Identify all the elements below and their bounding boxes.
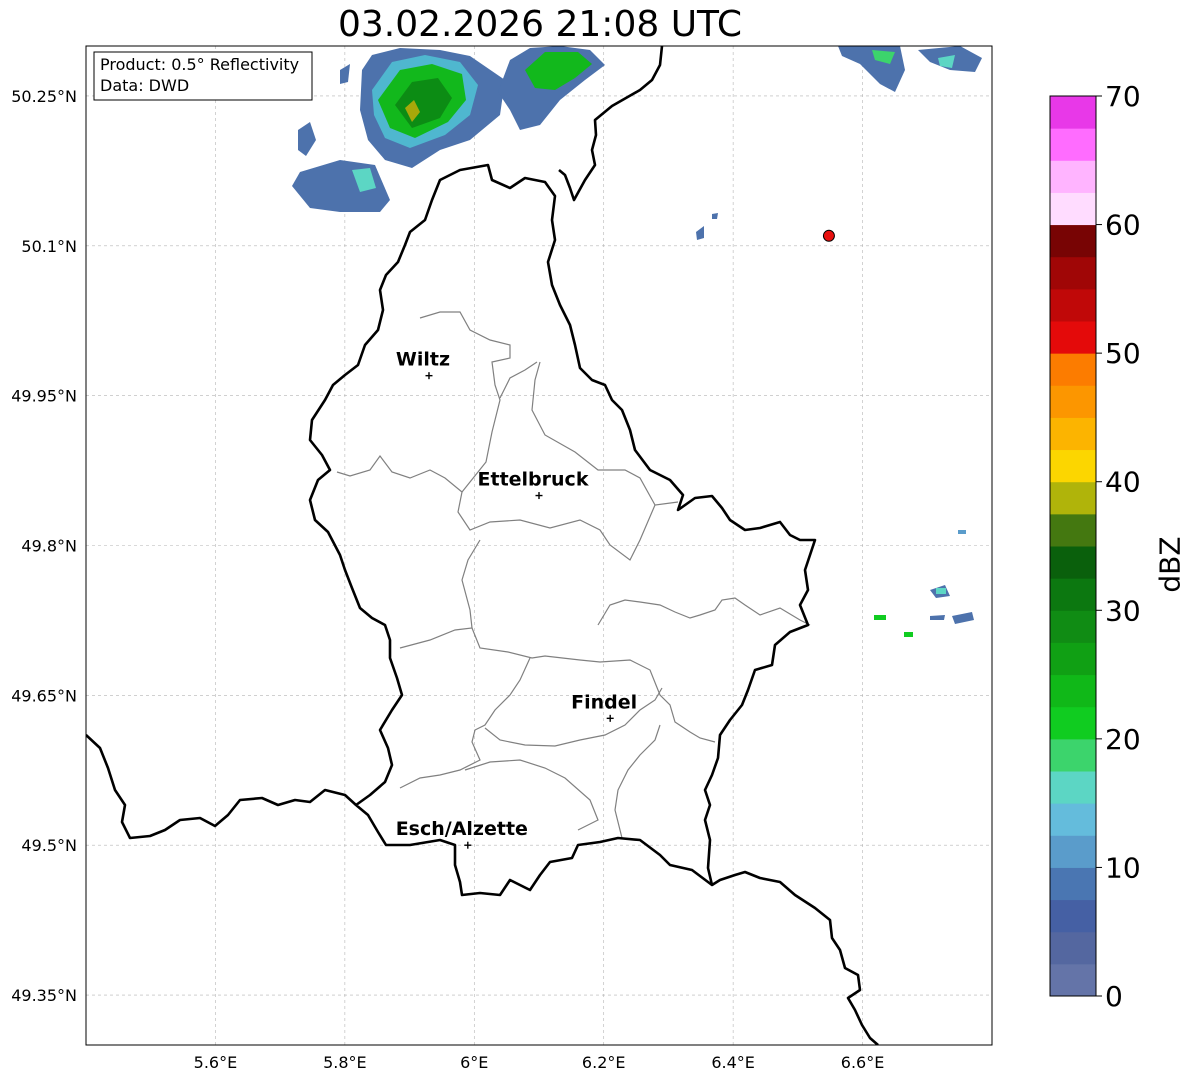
radar-site-marker	[822, 229, 835, 242]
colorbar-segment	[1050, 835, 1096, 868]
city-markers: Wiltz Ettelbruck Findel Esch/Alzette	[396, 349, 637, 849]
germany-border-south	[711, 870, 879, 1045]
echo-cluster-north	[292, 46, 982, 240]
colorbar-segment	[1050, 481, 1096, 515]
colorbar-tick-label: 50	[1105, 337, 1141, 370]
colorbar-segment	[1050, 353, 1096, 386]
echo-cluster-east	[874, 530, 974, 637]
longitude-labels: 5.6°E 5.8°E 6°E 6.2°E 6.4°E 6.6°E	[194, 1053, 885, 1072]
colorbar-segment	[1050, 706, 1096, 740]
france-border	[86, 734, 357, 840]
colorbar-segment	[1050, 513, 1096, 547]
colorbar-segment	[1050, 963, 1096, 997]
colorbar-segment	[1050, 192, 1096, 226]
radar-map: Product: 0.5° Reflectivity Data: DWD Wil…	[11, 45, 1141, 1072]
colorbar-segment	[1050, 385, 1096, 418]
colorbar-tick-label: 40	[1105, 466, 1141, 499]
luxembourg-border	[308, 163, 817, 897]
lat-tick-label: 49.8°N	[21, 537, 77, 556]
info-product: Product: 0.5° Reflectivity	[100, 55, 299, 74]
colorbar-segment	[1050, 224, 1096, 258]
colorbar-tick-label: 30	[1105, 594, 1141, 627]
colorbar-tick-label: 20	[1105, 723, 1141, 756]
colorbar-label: dBZ	[1153, 536, 1184, 593]
colorbar-tick-label: 10	[1105, 851, 1141, 884]
colorbar-segment	[1050, 578, 1096, 611]
lon-tick-label: 6.2°E	[582, 1053, 626, 1072]
colorbar-segment	[1050, 96, 1096, 129]
radar-echoes	[292, 46, 982, 637]
colorbar-segment	[1050, 288, 1096, 322]
lon-tick-label: 6.4°E	[711, 1053, 755, 1072]
info-data-source: Data: DWD	[100, 76, 189, 95]
lat-tick-label: 49.5°N	[21, 836, 77, 855]
city-label: Findel	[571, 691, 637, 713]
colorbar-segment	[1050, 546, 1096, 579]
info-box: Product: 0.5° Reflectivity Data: DWD	[93, 51, 313, 101]
lat-tick-label: 49.35°N	[11, 986, 77, 1005]
city-label: Wiltz	[396, 349, 450, 371]
colorbar-segment	[1050, 256, 1096, 290]
colorbar-segment	[1050, 674, 1096, 708]
colorbar: 0 10 20 30 40 50 60 70	[1049, 80, 1141, 1013]
colorbar-tick-label: 60	[1105, 209, 1141, 242]
colorbar-segment	[1050, 449, 1096, 483]
colorbar-segment	[1050, 160, 1096, 193]
lon-tick-label: 6°E	[460, 1053, 488, 1072]
grid-lines	[86, 46, 992, 1045]
colorbar-segment	[1050, 417, 1096, 451]
lon-tick-label: 5.6°E	[194, 1053, 238, 1072]
lat-tick-label: 50.1°N	[21, 237, 77, 256]
colorbar-segment	[1050, 642, 1096, 676]
colorbar-tick-label: 0	[1105, 980, 1123, 1013]
colorbar-segment	[1050, 738, 1096, 772]
lat-tick-label: 50.25°N	[11, 87, 77, 106]
lon-tick-label: 6.6°E	[841, 1053, 885, 1072]
colorbar-tick-label: 70	[1105, 80, 1141, 113]
city-label: Ettelbruck	[478, 469, 589, 491]
colorbar-segment	[1050, 931, 1096, 965]
lat-tick-label: 49.65°N	[11, 686, 77, 705]
colorbar-segment	[1050, 610, 1096, 643]
lat-tick-label: 49.95°N	[11, 387, 77, 406]
lon-tick-label: 5.8°E	[323, 1053, 367, 1072]
colorbar-segment	[1050, 771, 1096, 804]
colorbar-segment	[1050, 128, 1096, 161]
colorbar-segment	[1050, 321, 1096, 354]
colorbar-segment	[1050, 803, 1096, 836]
canton-boundaries	[336, 311, 811, 839]
colorbar-segment	[1050, 867, 1096, 901]
colorbar-segment	[1050, 899, 1096, 933]
latitude-labels: 50.25°N 50.1°N 49.95°N 49.8°N 49.65°N 49.5°N 4…	[11, 87, 77, 1005]
city-label: Esch/Alzette	[396, 818, 528, 840]
